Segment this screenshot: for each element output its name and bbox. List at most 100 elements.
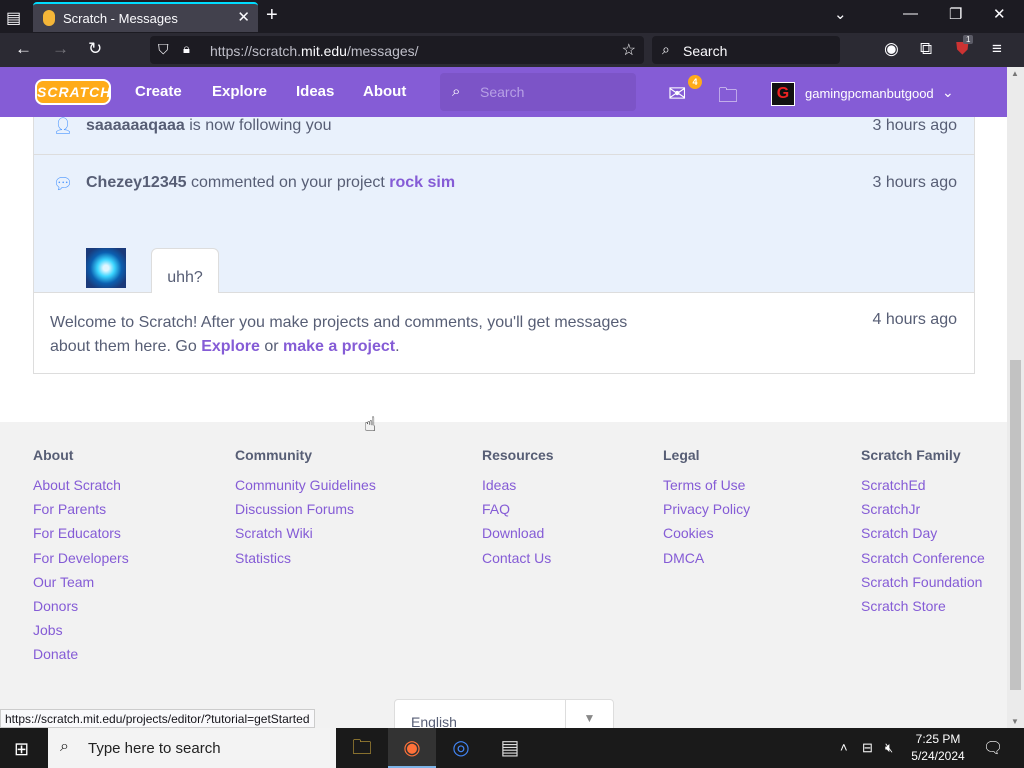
menu-icon[interactable]: ≡ [992,39,1002,59]
tab-list-icon[interactable]: ▤ [6,8,24,27]
message-time: 3 hours ago [872,117,957,134]
footer-col-about: About About Scratch For Parents For Educ… [33,447,129,671]
list-all-tabs-icon[interactable]: ⌄ [834,5,847,23]
page-viewport: SCRATCH Create Explore Ideas About ⌕ Sea… [0,67,1007,728]
minimize-button[interactable]: — [903,5,918,22]
footer-link[interactable]: For Educators [33,525,129,549]
footer-link[interactable]: Ideas [482,477,554,501]
windows-start-icon[interactable]: ⊞ [14,739,29,760]
chevron-down-icon[interactable]: ▼ [565,700,613,728]
lock-icon[interactable]: 🔒︎ [183,41,190,57]
page-scrollbar[interactable]: ▲ ▼ [1007,67,1024,728]
commenter-avatar[interactable] [86,248,126,288]
address-bar[interactable]: ⛉ 🔒︎ https://scratch.mit.edu/messages/ ☆ [150,36,644,64]
footer-link[interactable]: Cookies [663,525,750,549]
bookmark-star-icon[interactable]: ☆ [622,40,636,60]
footer-link[interactable]: Scratch Conference [861,550,985,574]
footer: About About Scratch For Parents For Educ… [0,422,1007,728]
footer-link[interactable]: Discussion Forums [235,501,376,525]
tab-title: Scratch - Messages [63,11,178,26]
browser-search-input[interactable]: ⌕ Search [652,36,840,64]
scrollbar-thumb[interactable] [1010,360,1021,690]
volume-muted-icon[interactable]: 🔇︎ [885,740,893,756]
project-link[interactable]: rock sim [389,174,455,191]
footer-link[interactable]: Our Team [33,574,129,598]
footer-link[interactable]: Scratch Store [861,598,985,622]
search-icon: ⌕ [452,83,461,100]
tab-close-icon[interactable]: ✕ [237,8,250,26]
footer-link[interactable]: ScratchEd [861,477,985,501]
footer-heading: Community [235,447,312,463]
show-hidden-icons-icon[interactable]: ˄ [840,740,848,755]
footer-link[interactable]: Scratch Foundation [861,574,985,598]
back-icon[interactable]: ← [15,39,32,59]
footer-link[interactable]: FAQ [482,501,554,525]
follower-username[interactable]: saaaaaaqaaa [86,117,185,134]
app-icon[interactable]: ▤ [486,728,534,768]
network-icon[interactable]: ⊟ [862,740,873,756]
scratch-header: SCRATCH Create Explore Ideas About ⌕ Sea… [0,67,1007,117]
reload-icon[interactable]: ↻ [88,39,102,59]
footer-link[interactable]: Privacy Policy [663,501,750,525]
taskbar-clock[interactable]: 7:25 PM 5/24/2024 [906,731,970,765]
footer-link[interactable]: ScratchJr [861,501,985,525]
footer-col-community: Community Community Guidelines Discussio… [235,447,376,574]
footer-link[interactable]: Community Guidelines [235,477,376,501]
footer-link[interactable]: Donors [33,598,129,622]
footer-link[interactable]: For Parents [33,501,129,525]
footer-link[interactable]: DMCA [663,550,750,574]
username[interactable]: gamingpcmanbutgood [805,86,934,101]
forward-icon[interactable]: → [52,39,69,59]
user-icon: 👤︎ [53,118,74,135]
extensions-icon[interactable]: ⧉ [920,39,932,59]
new-tab-button[interactable]: + [266,4,278,27]
search-placeholder: Search [683,43,728,59]
tab-scratch-messages[interactable]: Scratch - Messages ✕ [33,2,258,32]
footer-link[interactable]: For Developers [33,550,129,574]
chrome-icon[interactable]: ◎ [437,728,485,768]
message-time: 4 hours ago [872,311,957,328]
footer-link[interactable]: About Scratch [33,477,129,501]
restore-button[interactable]: ❐ [949,5,962,23]
commenter-username[interactable]: Chezey12345 [86,174,187,191]
footer-link[interactable]: Donate [33,646,129,670]
status-url-tooltip: https://scratch.mit.edu/projects/editor/… [0,709,315,728]
nav-explore[interactable]: Explore [212,83,267,100]
scroll-down-icon[interactable]: ▼ [1011,717,1019,726]
tracking-protection-icon[interactable]: ⛉ [158,41,169,58]
file-explorer-icon[interactable]: 🗀︎ [338,728,386,768]
clock-date: 5/24/2024 [911,749,965,763]
url-text[interactable]: https://scratch.mit.edu/messages/ [210,43,419,59]
clock-time: 7:25 PM [915,732,961,746]
footer-link[interactable]: Scratch Wiki [235,525,376,549]
footer-link[interactable]: Download [482,525,554,549]
comment-text: Chezey12345 commented on your project ro… [86,174,456,191]
comment-icon: 💬︎ [53,176,74,193]
firefox-icon[interactable]: ◉ [388,728,436,768]
navigation-toolbar: ← → ↻ ⛉ 🔒︎ https://scratch.mit.edu/messa… [0,33,1024,67]
scratch-search-input[interactable]: ⌕ Search [440,73,636,111]
footer-link[interactable]: Jobs [33,622,129,646]
avatar[interactable]: G [771,82,795,106]
footer-link[interactable]: Terms of Use [663,477,750,501]
scroll-up-icon[interactable]: ▲ [1011,69,1019,78]
footer-link[interactable]: Scratch Day [861,525,985,549]
chevron-down-icon[interactable]: ⌄ [942,84,954,101]
nav-ideas[interactable]: Ideas [296,83,334,100]
my-stuff-folder-icon[interactable]: 🗀︎ [718,81,738,115]
taskbar-search-input[interactable]: ⌕ Type here to search [48,728,336,768]
scratch-logo[interactable]: SCRATCH [35,79,111,105]
footer-link[interactable]: Contact Us [482,550,554,574]
nav-create[interactable]: Create [135,83,182,100]
explore-link[interactable]: Explore [201,338,260,355]
tab-bar: ▤ Scratch - Messages ✕ + ⌄ — ❐ ✕ [0,0,1024,33]
close-window-button[interactable]: ✕ [993,5,1006,23]
make-project-link[interactable]: make a project [283,338,395,355]
messages-icon[interactable]: ✉ [668,81,686,107]
account-icon[interactable]: ◉ [884,39,899,59]
footer-link[interactable]: Statistics [235,550,376,574]
notifications-icon[interactable]: 🗨︎ [983,738,1003,758]
nav-about[interactable]: About [363,83,406,100]
language-select[interactable]: English ▼ [394,699,614,728]
windows-taskbar: ⊞ ⌕ Type here to search 🗀︎ ◉ ◎ ▤ ˄ ⊟ 🔇︎ … [0,728,1024,768]
